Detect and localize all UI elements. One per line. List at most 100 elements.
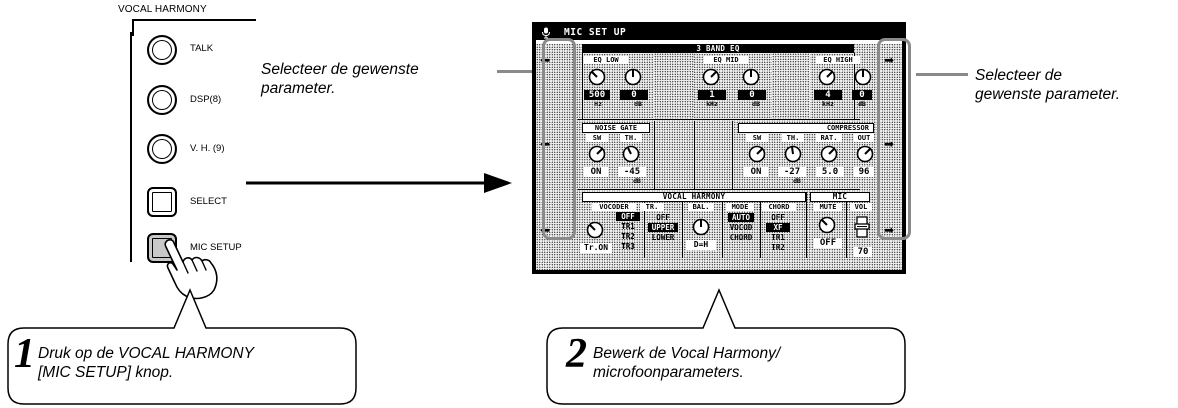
vocoder-knob-value: Tr.ON: [580, 243, 612, 253]
mode-label: MODE: [726, 203, 754, 211]
vh-button[interactable]: [147, 134, 177, 164]
vocoder-option[interactable]: OFF: [616, 212, 640, 221]
select-button-label: SELECT: [190, 196, 227, 207]
compressor-th-label: TH.: [782, 134, 804, 142]
eq-high-gain-unit: dB: [858, 100, 866, 108]
chord-option[interactable]: TR1: [766, 233, 790, 242]
mode-option[interactable]: AUTO: [728, 213, 754, 222]
dsp-button[interactable]: [147, 85, 177, 115]
screen-display: MIC SET UP 3 BAND EQ EQ LOW 500 Hz 0 dB …: [536, 26, 902, 270]
noise-gate-header: NOISE GATE: [582, 123, 650, 133]
compressor-sw-label: SW: [746, 134, 768, 142]
eq-high-gain-knob[interactable]: [854, 68, 872, 86]
eq-low-gain-unit: dB: [634, 100, 642, 108]
mic-header: MIC: [810, 192, 870, 202]
step-2-text: Bewerk de Vocal Harmony/ microfoonparame…: [593, 344, 780, 382]
compressor-rat-knob[interactable]: [820, 145, 838, 163]
vocoder-label: VOCODER: [592, 203, 636, 211]
left-caption-line: Selecteer de gewenste: [261, 61, 419, 78]
divider: [654, 121, 655, 189]
vocoder-option[interactable]: TR2: [616, 232, 640, 241]
screen-title-bar: MIC SET UP: [536, 26, 902, 40]
right-caption-line: gewenste parameter.: [975, 86, 1121, 103]
eq-high-gain-value: 0: [852, 90, 872, 100]
divider: [732, 121, 733, 189]
divider: [760, 202, 761, 258]
chord-option[interactable]: TR2: [766, 243, 790, 252]
step-1-text: Druk op de VOCAL HARMONY [MIC SETUP] kno…: [38, 344, 254, 382]
noise-gate-th-knob[interactable]: [622, 145, 640, 163]
mic-setup-screen: MIC SET UP 3 BAND EQ EQ LOW 500 Hz 0 dB …: [532, 22, 906, 274]
compressor-th-knob[interactable]: [784, 145, 802, 163]
vocoder-option[interactable]: TR3: [616, 242, 640, 251]
right-caption-leader: [916, 73, 968, 76]
talk-button-label: TALK: [190, 43, 214, 54]
tr-option[interactable]: OFF: [648, 213, 678, 222]
divider: [582, 53, 583, 119]
chord-option[interactable]: OFF: [766, 213, 790, 222]
left-button-highlight: [542, 38, 576, 240]
noise-gate-th-unit: dB: [633, 177, 641, 185]
eq-mid-freq-value: 1: [698, 90, 726, 100]
eq-low-freq-value: 500: [584, 90, 610, 100]
eq-low-label: EQ LOW: [584, 56, 628, 64]
balance-knob[interactable]: [692, 218, 710, 236]
panel-title: VOCAL HARMONY: [118, 4, 207, 15]
eq-mid-gain-unit: dB: [752, 100, 760, 108]
compressor-out-knob[interactable]: [856, 145, 874, 163]
noise-gate-sw-label: SW: [586, 134, 608, 142]
eq-mid-freq-knob[interactable]: [702, 68, 720, 86]
panel-border: [130, 32, 132, 262]
eq-low-gain-knob[interactable]: [624, 68, 642, 86]
vocoder-knob[interactable]: [586, 221, 604, 239]
mode-option[interactable]: CHORD: [726, 233, 756, 242]
divider: [846, 202, 847, 258]
vocoder-option[interactable]: TR1: [616, 222, 640, 231]
chord-option[interactable]: XF: [766, 223, 790, 232]
eq-low-freq-knob[interactable]: [588, 68, 606, 86]
tr-label: TR.: [640, 203, 664, 211]
mute-value: OFF: [814, 238, 842, 248]
panel-divider: [132, 19, 134, 36]
eq-high-freq-value: 4: [814, 90, 842, 100]
right-caption-line: Selecteer de: [975, 67, 1063, 84]
left-caption-line: parameter.: [261, 80, 336, 97]
eq-low-freq-unit: Hz: [594, 100, 602, 108]
tr-option[interactable]: LOWER: [648, 233, 678, 242]
screen-gap: [654, 53, 694, 119]
compressor-sw-knob[interactable]: [748, 145, 766, 163]
eq-high-label: EQ HIGH: [816, 56, 860, 64]
step-2-line: Bewerk de Vocal Harmony/: [593, 345, 781, 362]
eq-high-freq-knob[interactable]: [818, 68, 836, 86]
volume-slider-icon[interactable]: [854, 216, 870, 238]
vol-value: 70: [854, 247, 872, 257]
eq-low-gain-value: 0: [620, 90, 648, 100]
step-1-line: Druk op de VOCAL HARMONY: [38, 345, 254, 362]
compressor-rat-value: 5.0: [816, 167, 844, 177]
noise-gate-th-value: -45: [618, 167, 646, 177]
divider: [682, 202, 683, 258]
screen-gap: [772, 53, 810, 119]
eq-mid-label: EQ MID: [704, 56, 748, 64]
select-button[interactable]: [147, 187, 177, 217]
divider: [694, 121, 695, 189]
vh-button-label: V. H. (9): [190, 143, 225, 154]
eq-mid-gain-knob[interactable]: [742, 68, 760, 86]
compressor-out-label: OUT: [854, 134, 874, 142]
mute-knob[interactable]: [818, 216, 836, 234]
talk-button[interactable]: [147, 35, 177, 65]
step-2-number: 2: [566, 331, 587, 377]
noise-gate-th-label: TH.: [620, 134, 642, 142]
compressor-rat-label: RAT.: [816, 134, 842, 142]
step-1-line: [MIC SETUP] knop.: [38, 364, 174, 381]
divider: [578, 119, 860, 120]
tr-option[interactable]: UPPER: [648, 223, 678, 232]
chord-label: CHORD: [762, 203, 796, 211]
mode-option[interactable]: VOCOD: [726, 223, 756, 232]
divider: [722, 202, 723, 258]
compressor-out-value: 96: [854, 167, 874, 177]
divider: [806, 192, 807, 258]
noise-gate-sw-knob[interactable]: [588, 145, 606, 163]
compressor-th-unit: dB: [793, 177, 801, 185]
eq-header: 3 BAND EQ: [582, 44, 854, 53]
